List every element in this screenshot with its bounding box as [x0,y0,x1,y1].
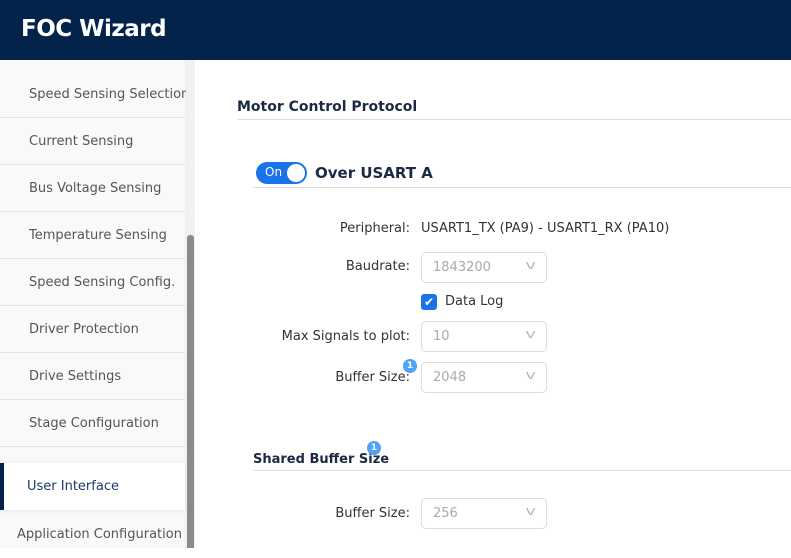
app-title: FOC Wizard [0,0,791,60]
baudrate-label: Baudrate: [345,259,410,274]
chevron-down-icon: v [525,258,536,272]
sidebar-item-drive-settings[interactable]: Drive Settings [0,353,185,400]
sidebar-scrollbar-thumb[interactable] [187,235,194,548]
checkmark-icon: ✔ [423,295,435,309]
peripheral-value: USART1_TX (PA9) - USART1_RX (PA10) [421,221,670,236]
divider [253,470,791,471]
sidebar-item-speed-sensing-selection[interactable]: Speed Sensing Selection [0,71,189,118]
baudrate-select[interactable]: 1843200 v [421,252,547,283]
shared-buffer-size-label: Buffer Size: [335,506,410,521]
baudrate-value: 1843200 [433,260,491,275]
sidebar: Speed Sensing Selection Current Sensing … [0,60,189,548]
divider [237,119,791,120]
usart-toggle[interactable]: On [256,162,307,184]
max-signals-label: Max Signals to plot: [281,329,410,344]
info-badge[interactable]: 1 [367,441,381,455]
sidebar-item-user-interface[interactable]: User Interface [0,463,185,510]
sidebar-item-bus-voltage-sensing[interactable]: Bus Voltage Sensing [0,165,185,212]
shared-buffer-size-value: 256 [433,506,458,521]
sidebar-item-temperature-sensing[interactable]: Temperature Sensing [0,212,185,259]
divider [253,187,791,188]
sidebar-item-speed-sensing-config[interactable]: Speed Sensing Config. [0,259,185,306]
toggle-label: On [265,165,283,179]
peripheral-label: Peripheral: [339,221,410,236]
sidebar-item-stage-configuration[interactable]: Stage Configuration [0,400,185,447]
shared-buffer-title: Shared Buffer Size [253,452,390,467]
buffer-size-value: 2048 [433,370,467,385]
chevron-down-icon: v [525,327,536,341]
section-title: Motor Control Protocol [237,99,418,115]
usart-title: Over USART A [315,164,433,182]
data-log-label: Data Log [445,294,504,309]
sidebar-item-application-configuration[interactable]: Application Configuration [0,511,185,558]
max-signals-select[interactable]: 10 v [421,321,547,352]
buffer-size-select[interactable]: 2048 v [421,362,547,393]
sidebar-item-current-sensing[interactable]: Current Sensing [0,118,185,165]
buffer-size-label: Buffer Size: [335,370,410,385]
sidebar-item-driver-protection[interactable]: Driver Protection [0,306,185,353]
chevron-down-icon: v [525,368,536,382]
shared-buffer-size-select[interactable]: 256 v [421,498,547,529]
chevron-down-icon: v [525,504,536,518]
max-signals-value: 10 [433,329,450,344]
toggle-knob [287,164,305,182]
data-log-checkbox[interactable]: ✔ [421,294,437,310]
